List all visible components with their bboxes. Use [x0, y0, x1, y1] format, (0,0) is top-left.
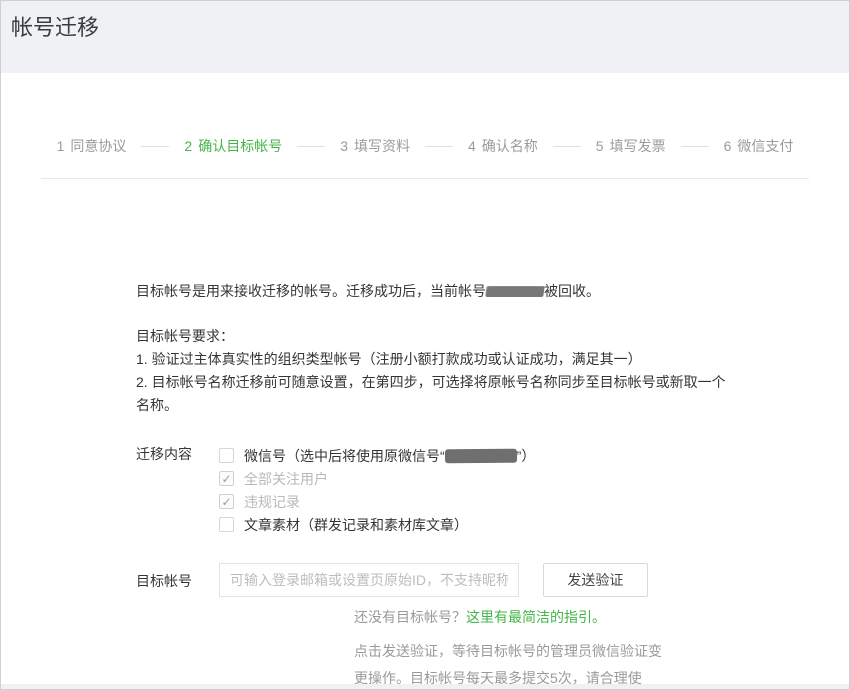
step-label: 填写发票 [610, 138, 666, 154]
step-divider-dash [553, 146, 581, 147]
all-followers-label: 全部关注用户 [244, 469, 328, 489]
step-number: 5 [596, 138, 604, 154]
all-followers-checkbox [219, 471, 234, 486]
main-content: 目标帐号是用来接收迁移的帐号。迁移成功后，当前帐号 被回收。 目标帐号要求： 1.… [136, 281, 736, 690]
redacted-wechat-id [445, 448, 517, 463]
migrate-content-options: 微信号（选中后将使用原微信号“ ”） 全部关注用户 违规记录 文章素材（群发记录和… [219, 444, 535, 536]
help-area: 还没有目标帐号？这里有最简洁的指引。 点击发送验证，等待目标帐号的管理员微信验证… [354, 607, 736, 690]
requirement-item-2: 2. 目标帐号名称迁移前可随意设置，在第四步，可选择将原帐号名称同步至目标帐号或… [136, 371, 736, 417]
wechat-id-checkbox[interactable] [219, 448, 234, 463]
article-material-checkbox[interactable] [219, 517, 234, 532]
violation-records-checkbox [219, 494, 234, 509]
steps-bottom-divider [41, 178, 809, 179]
step-label: 填写资料 [354, 138, 410, 154]
wechat-id-label-after: ”） [517, 448, 536, 464]
target-account-input[interactable] [219, 563, 519, 597]
step-2-confirm-target-account: 2 确认目标帐号 [184, 136, 282, 156]
checkbox-row-wechat-id: 微信号（选中后将使用原微信号“ ”） [219, 444, 535, 467]
checkbox-row-violation-records: 违规记录 [219, 490, 535, 513]
step-3-fill-info: 3 填写资料 [340, 136, 410, 156]
requirement-item-1: 1. 验证过主体真实性的组织类型帐号（注册小额打款成功或认证成功，满足其一） [136, 348, 736, 371]
help-question: 还没有目标帐号？ [354, 609, 466, 625]
intro-paragraph: 目标帐号是用来接收迁移的帐号。迁移成功后，当前帐号 被回收。 [136, 281, 736, 301]
step-divider-dash [425, 146, 453, 147]
step-divider-dash [141, 146, 169, 147]
step-divider-dash [297, 146, 325, 147]
intro-text-before: 目标帐号是用来接收迁移的帐号。迁移成功后，当前帐号 [136, 283, 486, 299]
step-label: 确认目标帐号 [198, 138, 282, 154]
help-note: 点击发送验证，等待目标帐号的管理员微信验证变更操作。目标帐号每天最多提交5次，请… [354, 638, 662, 690]
guide-link[interactable]: 这里有最简洁的指引。 [466, 609, 606, 625]
redacted-current-account-name [485, 286, 545, 297]
violation-records-label: 违规记录 [244, 492, 300, 512]
step-divider-dash [681, 146, 709, 147]
help-question-line: 还没有目标帐号？这里有最简洁的指引。 [354, 607, 736, 627]
step-number: 3 [340, 138, 348, 154]
requirements-title: 目标帐号要求： [136, 325, 736, 348]
step-1-agree: 1 同意协议 [57, 136, 127, 156]
send-verification-button[interactable]: 发送验证 [543, 563, 648, 597]
page-title: 帐号迁移 [1, 1, 849, 42]
step-label: 同意协议 [70, 138, 126, 154]
migrate-content-label: 迁移内容 [136, 444, 219, 536]
checkbox-row-article-material: 文章素材（群发记录和素材库文章） [219, 513, 535, 536]
page-header: 帐号迁移 [1, 1, 849, 73]
target-account-label: 目标帐号 [136, 563, 219, 597]
target-account-row: 目标帐号 发送验证 [136, 563, 736, 597]
migrate-content-row: 迁移内容 微信号（选中后将使用原微信号“ ”） 全部关注用户 违规记录 [136, 444, 736, 536]
step-number: 2 [184, 138, 192, 154]
step-number: 4 [468, 138, 476, 154]
step-indicator: 1 同意协议 2 确认目标帐号 3 填写资料 4 确认名称 5 填写发票 6 微信支付 [1, 73, 849, 156]
step-label: 微信支付 [737, 138, 793, 154]
target-account-controls: 发送验证 [219, 563, 648, 597]
wechat-id-label: 微信号（选中后将使用原微信号“ ”） [244, 446, 535, 466]
article-material-label: 文章素材（群发记录和素材库文章） [244, 515, 468, 535]
step-label: 确认名称 [482, 138, 538, 154]
content-panel: 1 同意协议 2 确认目标帐号 3 填写资料 4 确认名称 5 填写发票 6 微信支付 [1, 73, 849, 684]
step-number: 6 [724, 138, 732, 154]
checkbox-row-all-followers: 全部关注用户 [219, 467, 535, 490]
intro-text-after: 被回收。 [544, 283, 600, 299]
step-4-confirm-name: 4 确认名称 [468, 136, 538, 156]
step-6-wechat-pay: 6 微信支付 [724, 136, 794, 156]
account-migration-page: 帐号迁移 1 同意协议 2 确认目标帐号 3 填写资料 4 确认名称 5 填写发票 [0, 0, 850, 690]
step-5-invoice: 5 填写发票 [596, 136, 666, 156]
wechat-id-label-before: 微信号（选中后将使用原微信号“ [244, 448, 445, 464]
step-number: 1 [57, 138, 65, 154]
